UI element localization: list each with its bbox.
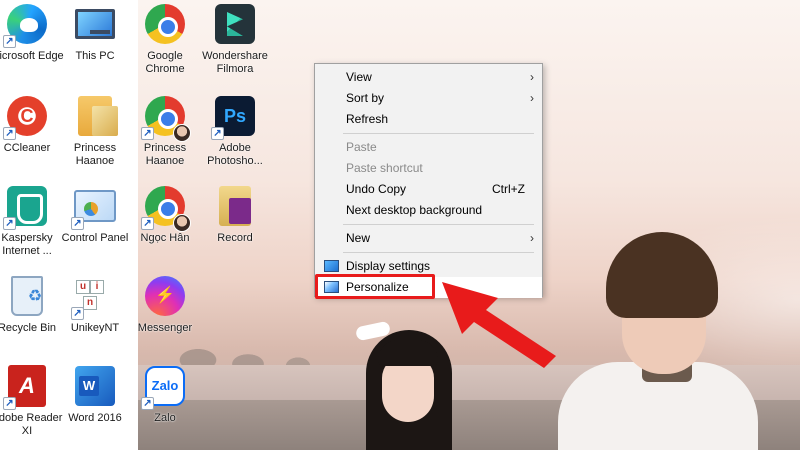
desktop-icon-chrome-ngoc-han[interactable]: ↗ Ngọc Hân — [130, 182, 200, 270]
menu-separator — [343, 224, 534, 225]
desktop-icon-label: Adobe Photosho... — [207, 142, 263, 167]
red-pointer-arrow-icon — [442, 282, 556, 368]
personalize-highlight-box — [315, 274, 435, 299]
shortcut-arrow-icon: ↗ — [3, 35, 16, 48]
desktop-icon-label: UnikeyNT — [70, 322, 120, 334]
menu-item-next-desktop-background[interactable]: Next desktop background — [315, 200, 542, 221]
desktop-icon-princess-folder[interactable]: Princess Haanoe — [60, 92, 130, 180]
menu-item-label: Refresh — [346, 112, 389, 126]
desktop-context-menu: View › Sort by › Refresh Paste Paste sho… — [314, 63, 543, 298]
chrome-icon — [145, 4, 185, 44]
menu-item-undo-copy[interactable]: Undo Copy Ctrl+Z — [315, 179, 542, 200]
desktop-icon-filmora[interactable]: Wondershare Filmora — [200, 0, 270, 88]
shortcut-arrow-icon: ↗ — [3, 127, 16, 140]
desktop-icon-label: Control Panel — [61, 232, 129, 244]
desktop-icon-adobe-reader[interactable]: ↗ Adobe Reader XI — [0, 362, 62, 450]
display-settings-icon — [324, 260, 339, 272]
desktop-icon-label: Princess Haanoe — [73, 142, 117, 167]
chevron-right-icon: › — [530, 91, 534, 105]
shortcut-arrow-icon: ↗ — [141, 127, 154, 140]
shortcut-arrow-icon: ↗ — [71, 307, 84, 320]
shortcut-arrow-icon: ↗ — [3, 217, 16, 230]
word-icon — [75, 366, 115, 406]
desktop-icon-label: CCleaner — [3, 142, 51, 154]
menu-item-shortcut: Ctrl+Z — [492, 182, 525, 196]
menu-item-label: Paste — [346, 140, 377, 154]
menu-item-label: Paste shortcut — [346, 161, 423, 175]
desktop-icon-record[interactable]: Record — [200, 182, 270, 270]
desktop-icon-grid: ↗ Microsoft Edge ↗ CCleaner ↗ Kaspersky … — [0, 0, 280, 450]
desktop-icon-label: Princess Haanoe — [143, 142, 187, 167]
chevron-right-icon: › — [530, 231, 534, 245]
menu-item-label: Next desktop background — [346, 203, 483, 217]
desktop-icon-edge[interactable]: ↗ Microsoft Edge — [0, 0, 64, 88]
shortcut-arrow-icon: ↗ — [141, 217, 154, 230]
menu-item-sort-by[interactable]: Sort by › — [315, 88, 542, 109]
filmora-icon — [215, 4, 255, 44]
desktop-icon-unikey[interactable]: u i n ↗ UnikeyNT — [60, 272, 130, 360]
menu-item-label: Display settings — [346, 259, 431, 273]
desktop-icon-label: Zalo — [154, 412, 176, 424]
menu-item-label: Undo Copy — [346, 182, 407, 196]
shortcut-arrow-icon: ↗ — [211, 127, 224, 140]
menu-item-label: New — [346, 231, 371, 245]
desktop-icon-photoshop[interactable]: Ps ↗ Adobe Photosho... — [200, 92, 270, 180]
profile-avatar — [173, 214, 191, 232]
desktop-icon-label: Recycle Bin — [0, 322, 57, 334]
recycle-bin-icon — [11, 276, 57, 316]
desktop-icon-word[interactable]: Word 2016 — [60, 362, 130, 450]
menu-item-new[interactable]: New › — [315, 228, 542, 249]
desktop-icon-label: Ngọc Hân — [140, 232, 190, 244]
menu-item-paste: Paste — [315, 137, 542, 158]
desktop-icon-label: Wondershare Filmora — [202, 50, 268, 75]
desktop-icon-messenger[interactable]: Messenger — [130, 272, 200, 360]
desktop-icon-label: Word 2016 — [68, 412, 122, 424]
desktop-icon-zalo[interactable]: Zalo ↗ Zalo — [130, 362, 200, 450]
shortcut-arrow-icon: ↗ — [71, 217, 84, 230]
desktop-icon-recycle-bin[interactable]: Recycle Bin — [0, 272, 62, 360]
desktop-icon-chrome[interactable]: Google Chrome — [130, 0, 200, 88]
desktop-icon-label: Adobe Reader XI — [0, 412, 63, 437]
desktop-icon-ccleaner[interactable]: ↗ CCleaner — [0, 92, 62, 180]
shortcut-arrow-icon: ↗ — [141, 397, 154, 410]
menu-separator — [343, 252, 534, 253]
desktop-icon-label: Messenger — [137, 322, 193, 334]
menu-item-label: View — [346, 70, 372, 84]
desktop-icon-label: Google Chrome — [145, 50, 185, 75]
shortcut-arrow-icon: ↗ — [3, 397, 16, 410]
desktop-icon-label: Kaspersky Internet ... — [1, 232, 53, 257]
this-pc-icon — [75, 9, 115, 39]
unikey-key: i — [90, 280, 104, 294]
unikey-key: n — [83, 296, 97, 310]
desktop-icon-chrome-princess[interactable]: ↗ Princess Haanoe — [130, 92, 200, 180]
menu-item-label: Sort by — [346, 91, 385, 105]
profile-avatar — [173, 124, 191, 142]
desktop-icon-label: Record — [217, 232, 253, 244]
desktop-icon-label: This PC — [75, 50, 115, 62]
menu-separator — [343, 133, 534, 134]
desktop-icon-control-panel[interactable]: ↗ Control Panel — [60, 182, 130, 270]
desktop-icon-kaspersky[interactable]: ↗ Kaspersky Internet ... — [0, 182, 62, 270]
messenger-icon — [145, 276, 185, 316]
unikey-key: u — [76, 280, 90, 294]
wallpaper-groom — [558, 232, 758, 450]
menu-item-refresh[interactable]: Refresh — [315, 109, 542, 130]
desktop-icon-label: Microsoft Edge — [0, 50, 64, 62]
folder-icon — [219, 186, 251, 226]
menu-item-view[interactable]: View › — [315, 67, 542, 88]
menu-item-paste-shortcut: Paste shortcut — [315, 158, 542, 179]
desktop-icon-this-pc[interactable]: This PC — [60, 0, 130, 88]
chevron-right-icon: › — [530, 70, 534, 84]
folder-icon — [78, 96, 118, 136]
